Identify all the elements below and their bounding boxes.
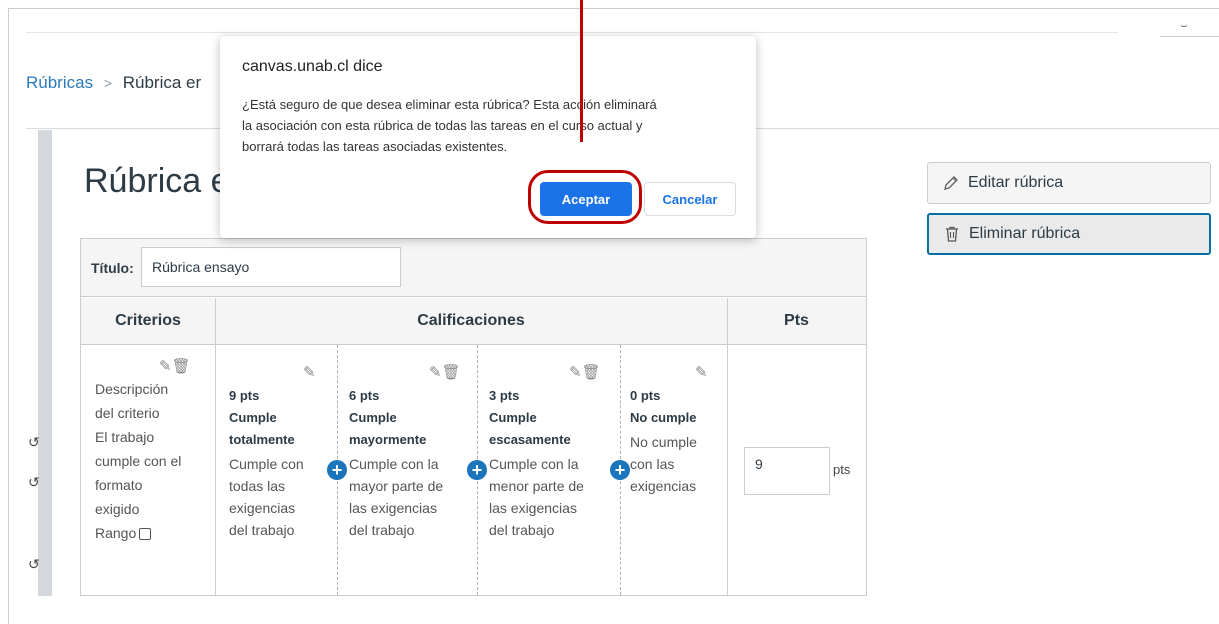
criterion-line: Descripción	[95, 381, 169, 397]
criterion-detail: El trabajo	[95, 429, 155, 445]
rating-cell[interactable]: 3 pts Cumple escasamente Cumple con la m…	[489, 385, 584, 541]
rating-desc-line: con las	[630, 456, 675, 472]
rating-description: Cumple con todas las exigencias del trab…	[229, 453, 304, 541]
trash-icon[interactable]: 🗑	[172, 358, 191, 375]
rating-title: totalmente	[229, 432, 295, 447]
rating-actions: ✎🗑	[429, 363, 461, 381]
edge-glyph-icon: ↺	[28, 556, 40, 572]
ratings-header: Calificaciones	[417, 312, 525, 329]
confirm-dialog: canvas.unab.cl dice ¿Está seguro de que …	[220, 36, 756, 238]
rating-title: Cumple	[229, 410, 277, 425]
criterion-line: del criterio	[95, 405, 160, 421]
rating-desc-line: Cumple con	[229, 456, 304, 472]
trash-icon	[946, 226, 958, 242]
rating-desc-line: mayor parte de	[349, 478, 444, 494]
dialog-message: ¿Está seguro de que desea eliminar esta …	[242, 94, 742, 157]
range-option: Rango	[95, 521, 181, 545]
rating-title: escasamente	[489, 432, 571, 447]
rubric-title-label: Título:	[91, 260, 134, 276]
rating-cell[interactable]: 9 pts Cumple totalmente Cumple con todas…	[229, 385, 304, 541]
pencil-icon[interactable]: ✎	[695, 363, 708, 381]
pencil-icon	[944, 176, 958, 190]
pencil-icon[interactable]: ✎	[429, 364, 442, 381]
breadcrumb-current: Rúbrica er	[122, 73, 202, 92]
rating-description: No cumple con las exigencias	[630, 431, 697, 497]
top-divider-right	[1160, 36, 1219, 37]
annotation-pointer-line	[580, 0, 583, 142]
edit-rubric-label: Editar rúbrica	[968, 174, 1064, 191]
rating-desc-line: Cumple con la	[489, 456, 579, 472]
rating-title: Cumple	[349, 410, 397, 425]
rating-title: mayormente	[349, 432, 427, 447]
edge-glyph-icon: ↺	[28, 474, 40, 490]
pencil-icon[interactable]: ✎	[569, 364, 582, 381]
rating-description: Cumple con la menor parte de las exigenc…	[489, 453, 584, 541]
dialog-message-line: la asociación con esta rúbrica de todas …	[242, 118, 643, 133]
points-unit: pts	[833, 462, 851, 477]
rating-title: No cumple	[630, 410, 697, 425]
rating-desc-line: exigencias	[630, 478, 697, 494]
column-divider	[727, 298, 728, 595]
rating-desc-line: las exigencias	[349, 500, 437, 516]
criterion-actions: ✎🗑	[159, 357, 191, 375]
rating-desc-line: del trabajo	[229, 522, 295, 538]
add-rating-plus-icon[interactable]: +	[327, 460, 347, 480]
annotation-highlight-oval	[528, 170, 642, 224]
delete-rubric-button[interactable]: Eliminar rúbrica	[927, 213, 1211, 255]
rating-desc-line: No cumple	[630, 434, 697, 450]
rating-title: Cumple	[489, 410, 537, 425]
rating-desc-line: Cumple con la	[349, 456, 439, 472]
points-header: Pts	[784, 312, 809, 329]
criterion-detail: formato	[95, 477, 143, 493]
dialog-message-line: ¿Está seguro de que desea eliminar esta …	[242, 97, 657, 112]
page-title: Rúbrica e	[84, 162, 230, 200]
dialog-message-line: borrará todas las tareas asociadas exist…	[242, 139, 508, 154]
criterion-description: Descripción del criterio El trabajo cump…	[95, 377, 181, 545]
rating-points: 3 pts	[489, 388, 520, 403]
rating-desc-line: las exigencias	[489, 500, 577, 516]
rating-points: 0 pts	[630, 388, 661, 403]
range-checkbox[interactable]	[139, 528, 152, 541]
edit-rubric-button[interactable]: Editar rúbrica	[927, 162, 1211, 204]
breadcrumb-rubricas-link[interactable]: Rúbricas	[26, 73, 93, 92]
rating-desc-line: exigencias	[229, 500, 296, 516]
partial-icon: ⌣	[1180, 18, 1188, 32]
pencil-icon[interactable]: ✎	[159, 358, 172, 375]
add-rating-plus-icon[interactable]: +	[610, 460, 630, 480]
rubric-header-row: Criterios Calificaciones Pts	[81, 298, 866, 345]
trash-icon[interactable]: 🗑	[582, 364, 601, 381]
rating-cell[interactable]: 6 pts Cumple mayormente Cumple con la ma…	[349, 385, 443, 541]
delete-rubric-label: Eliminar rúbrica	[969, 225, 1081, 242]
rating-desc-line: del trabajo	[489, 522, 555, 538]
criteria-header: Criterios	[115, 312, 181, 329]
breadcrumb: Rúbricas > Rúbrica er	[26, 73, 201, 93]
rating-desc-line: todas las	[229, 478, 286, 494]
breadcrumb-separator: >	[103, 75, 113, 91]
rating-points: 9 pts	[229, 388, 260, 403]
criterion-detail: cumple con el	[95, 453, 182, 469]
top-divider	[26, 32, 1118, 33]
rubric-title-bar: Título:	[81, 239, 866, 297]
rating-desc-line: menor parte de	[489, 478, 584, 494]
dialog-host: canvas.unab.cl dice	[242, 58, 383, 75]
rating-desc-line: del trabajo	[349, 522, 415, 538]
rating-cell[interactable]: 0 pts No cumple No cumple con las exigen…	[630, 385, 697, 497]
trash-icon[interactable]: 🗑	[442, 364, 461, 381]
points-input[interactable]: 9	[744, 447, 830, 495]
criterion-detail: exigido	[95, 501, 140, 517]
rubric-table: Título: Criterios Calificaciones Pts ✎🗑 …	[80, 238, 867, 596]
edge-glyph-icon: ↺	[28, 434, 40, 450]
rubric-title-input[interactable]	[141, 247, 401, 287]
add-rating-plus-icon[interactable]: +	[467, 460, 487, 480]
left-scroll-rail	[38, 130, 52, 596]
column-divider	[215, 298, 216, 595]
rating-points: 6 pts	[349, 388, 380, 403]
rating-actions: ✎🗑	[569, 363, 601, 381]
pencil-icon[interactable]: ✎	[303, 363, 316, 381]
range-label: Rango	[95, 525, 137, 541]
rating-description: Cumple con la mayor parte de las exigenc…	[349, 453, 443, 541]
cancel-button[interactable]: Cancelar	[644, 182, 736, 216]
